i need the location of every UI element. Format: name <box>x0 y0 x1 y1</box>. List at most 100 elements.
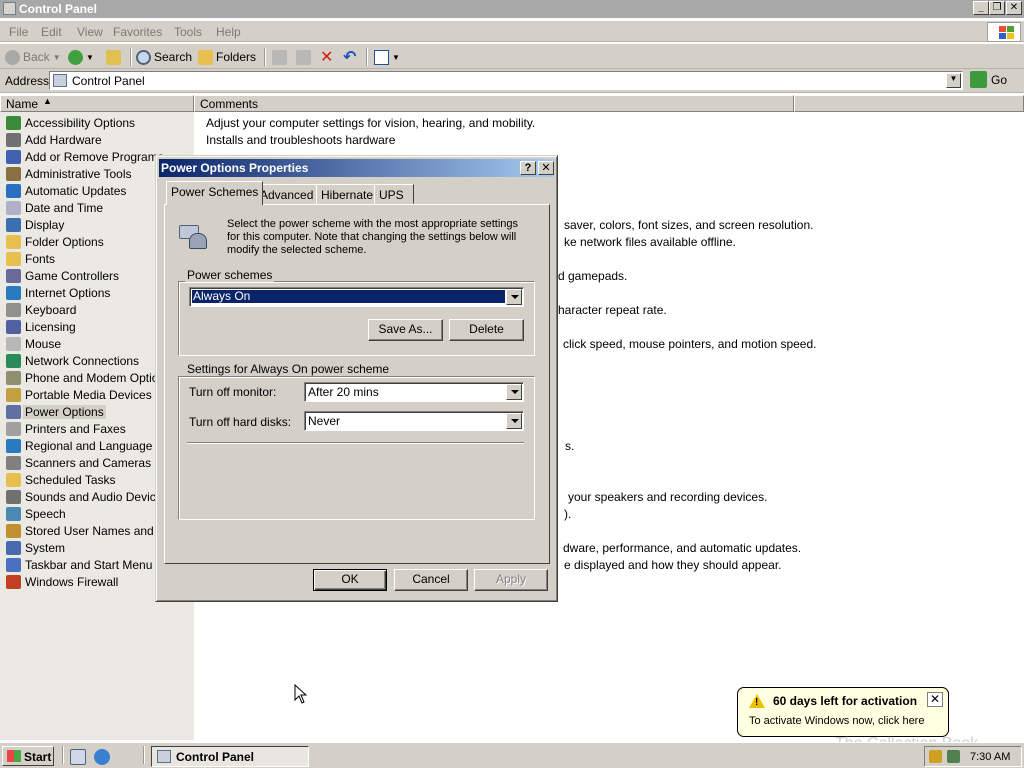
taskbar-item-control-panel[interactable]: Control Panel <box>151 746 309 767</box>
list-item-label: Network Connections <box>25 354 140 368</box>
activation-keys-icon[interactable] <box>929 750 942 763</box>
list-item[interactable]: Accessibility Options <box>0 115 194 132</box>
list-item-label: Mouse <box>25 337 62 351</box>
list-item-label: Display <box>25 218 65 232</box>
start-button[interactable]: Start <box>2 746 54 766</box>
list-item-comment: haracter repeat rate. <box>558 303 667 317</box>
turn-off-monitor-select[interactable]: After 20 mins <box>304 382 524 402</box>
menu-favorites[interactable]: Favorites <box>113 25 162 39</box>
hardware-icon <box>6 133 21 147</box>
power-scheme-dropdown-arrow[interactable] <box>506 289 522 305</box>
list-item-label: Scanners and Cameras <box>25 456 152 470</box>
list-item-label: Date and Time <box>25 201 104 215</box>
list-item-comment: ). <box>564 507 572 521</box>
activation-balloon[interactable]: ! 60 days left for activation To activat… <box>737 687 949 737</box>
undo-icon[interactable]: ↶ <box>343 48 356 66</box>
views-button[interactable]: ▼ <box>374 48 400 66</box>
internet-explorer-icon[interactable] <box>94 749 110 765</box>
column-header-name[interactable]: Name ▲ <box>0 95 194 112</box>
minimize-button[interactable]: _ <box>973 1 989 15</box>
tab-hibernate[interactable]: Hibernate <box>316 184 379 204</box>
show-desktop-icon[interactable] <box>70 749 86 765</box>
menu-file[interactable]: File <box>9 25 28 39</box>
column-header-comments[interactable]: Comments <box>194 95 794 112</box>
delete-icon[interactable]: ✕ <box>320 48 333 66</box>
keyboard-icon <box>6 303 21 317</box>
menu-bar: File Edit View Favorites Tools Help <box>0 21 1024 42</box>
control-panel-icon <box>3 2 16 15</box>
menu-tools[interactable]: Tools <box>174 25 202 39</box>
save-as-button[interactable]: Save As... <box>368 319 443 341</box>
list-item[interactable]: Add Hardware <box>0 132 194 149</box>
search-icon <box>136 49 151 65</box>
forward-arrow-icon <box>68 49 83 65</box>
search-button[interactable]: Search <box>136 48 192 66</box>
clock[interactable]: 7:30 AM <box>970 751 1010 763</box>
menu-view[interactable]: View <box>77 25 103 39</box>
list-item-comment: s. <box>565 439 575 453</box>
disks-dropdown-arrow[interactable] <box>506 413 522 429</box>
display-icon <box>6 218 21 232</box>
close-button[interactable]: ✕ <box>1006 1 1022 15</box>
turn-off-disks-select[interactable]: Never <box>304 411 524 431</box>
keys-icon <box>6 524 21 538</box>
list-item-label: Sounds and Audio Devices <box>25 490 169 504</box>
list-item-comment: Installs and troubleshoots hardware <box>206 133 396 147</box>
column-header-empty <box>794 95 1024 112</box>
mouse-cursor-icon <box>294 684 307 704</box>
balloon-text[interactable]: To activate Windows now, click here <box>749 715 924 727</box>
list-item-label: Administrative Tools <box>25 167 132 181</box>
list-item-label: Internet Options <box>25 286 111 300</box>
gamepad-icon <box>6 269 21 283</box>
delete-button[interactable]: Delete <box>449 319 524 341</box>
list-item-label: Printers and Faxes <box>25 422 126 436</box>
back-button[interactable]: Back ▼ <box>5 48 61 66</box>
list-item-label: Add Hardware <box>25 133 102 147</box>
list-item-label: Power Options <box>23 405 106 419</box>
tab-advanced[interactable]: Advanced <box>255 184 319 204</box>
speech-icon <box>6 507 21 521</box>
power-icon <box>6 405 21 419</box>
folders-button[interactable]: Folders <box>198 48 256 66</box>
tab-power-schemes[interactable]: Power Schemes <box>166 181 264 205</box>
ok-button[interactable]: OK <box>313 569 387 591</box>
forward-button[interactable]: ▼ <box>68 48 94 66</box>
balloon-title: 60 days left for activation <box>773 694 918 708</box>
tab-ups[interactable]: UPS <box>374 184 414 204</box>
apply-button[interactable]: Apply <box>474 569 548 591</box>
regional-icon <box>6 439 21 453</box>
dialog-close-button[interactable]: ✕ <box>538 161 554 175</box>
power-scheme-select[interactable]: Always On <box>189 287 524 307</box>
go-button[interactable]: Go <box>970 71 1007 88</box>
address-dropdown-arrow[interactable]: ▼ <box>946 73 961 88</box>
list-item-label: Add or Remove Programs <box>25 150 164 164</box>
control-panel-icon <box>53 74 67 87</box>
windows-flag-icon <box>7 750 21 762</box>
list-item-label: Game Controllers <box>25 269 120 283</box>
control-panel-icon <box>157 750 171 763</box>
scheme-settings-label: Settings for Always On power scheme <box>185 362 392 376</box>
address-input[interactable]: Control Panel ▼ <box>49 71 963 90</box>
balloon-close-icon[interactable]: ✕ <box>927 692 943 707</box>
list-item-label: System <box>25 541 66 555</box>
list-item-comment: ke network files available offline. <box>564 235 736 249</box>
speaker-icon <box>6 490 21 504</box>
menu-edit[interactable]: Edit <box>41 25 62 39</box>
copy-to-button[interactable] <box>296 48 311 66</box>
restore-button[interactable]: ❐ <box>989 1 1005 15</box>
monitor-dropdown-arrow[interactable] <box>506 384 522 400</box>
fonts-icon <box>6 252 21 266</box>
programs-icon <box>6 150 21 164</box>
printer-icon <box>6 422 21 436</box>
cancel-button[interactable]: Cancel <box>394 569 468 591</box>
power-tray-icon[interactable] <box>947 750 960 763</box>
list-item-comment: e displayed and how they should appear. <box>564 558 782 572</box>
intro-text: Select the power scheme with the most ap… <box>227 218 519 256</box>
menu-help[interactable]: Help <box>216 25 241 39</box>
accessibility-icon <box>6 116 21 130</box>
list-item-comment: dware, performance, and automatic update… <box>563 541 802 555</box>
move-to-button[interactable] <box>272 48 287 66</box>
help-button[interactable]: ? <box>520 161 536 175</box>
up-folder-icon <box>106 49 121 65</box>
up-folder-button[interactable] <box>106 48 121 66</box>
